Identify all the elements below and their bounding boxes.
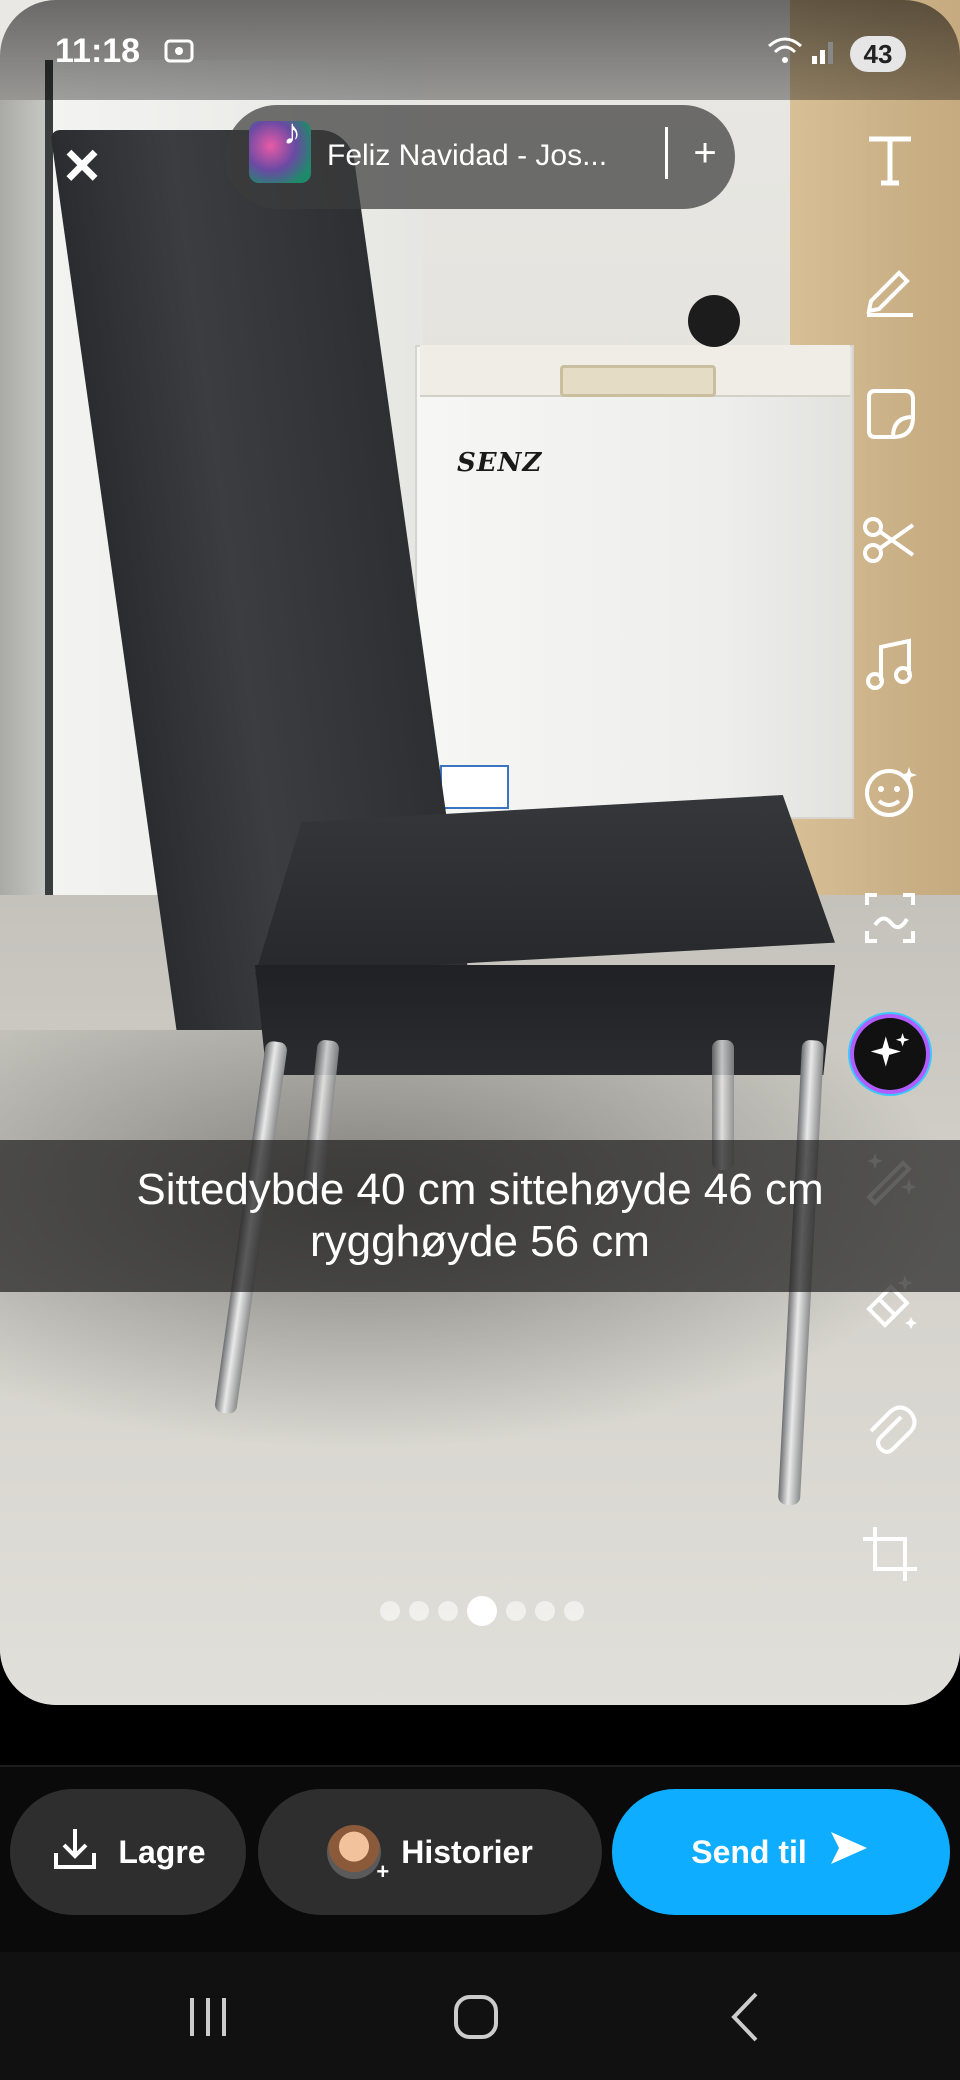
battery-indicator: 43 xyxy=(850,36,906,72)
caption-band[interactable]: Sittedybde 40 cm sittehøyde 46 cm rygghø… xyxy=(0,1140,960,1292)
object-on-fridge xyxy=(688,295,740,347)
caption-line-2: rygghøyde 56 cm xyxy=(310,1217,650,1266)
action-bar: Lagre + Historier Send til xyxy=(0,1765,960,1952)
caption-text: Sittedybde 40 cm sittehøyde 46 cm rygghø… xyxy=(0,1140,960,1292)
scan-icon[interactable] xyxy=(850,878,930,958)
chair-seat-front xyxy=(255,965,835,1075)
send-label: Send til xyxy=(691,1833,807,1870)
page-dot xyxy=(409,1601,429,1621)
home-icon[interactable] xyxy=(436,1982,516,2052)
back-icon[interactable] xyxy=(706,1982,786,2052)
page-dot xyxy=(438,1601,458,1621)
status-bar: 11:18 43 xyxy=(0,0,960,100)
snap-photo: SENZ xyxy=(0,0,960,1705)
close-button[interactable]: × xyxy=(52,135,112,197)
text-tool-icon[interactable] xyxy=(850,120,930,200)
send-arrow-icon xyxy=(827,1828,871,1876)
lens-smiley-icon[interactable] xyxy=(850,752,930,832)
plus-icon: + xyxy=(376,1859,390,1884)
music-sticker[interactable]: ♪ Feliz Navidad - Jos... + xyxy=(225,105,735,209)
save-label: Lagre xyxy=(118,1833,206,1870)
download-icon xyxy=(50,1823,100,1881)
recent-apps-icon[interactable] xyxy=(168,1982,248,2052)
stories-button[interactable]: + Historier xyxy=(258,1789,602,1915)
signal-icon xyxy=(810,34,840,75)
music-icon[interactable] xyxy=(850,626,930,706)
ai-sparkle-icon[interactable] xyxy=(854,1018,926,1090)
add-music-button[interactable]: + xyxy=(685,123,725,183)
stories-label: Historier xyxy=(401,1833,533,1870)
save-button[interactable]: Lagre xyxy=(10,1789,246,1915)
sticker-icon[interactable] xyxy=(850,374,930,454)
screenshot-icon xyxy=(162,34,196,75)
crop-icon[interactable] xyxy=(850,1514,930,1594)
fridge-brand-text: SENZ xyxy=(457,448,543,478)
song-title: Feliz Navidad - Jos... xyxy=(327,139,608,172)
pencil-icon[interactable] xyxy=(850,248,930,328)
caption-line-1: Sittedybde 40 cm sittehøyde 46 cm xyxy=(136,1165,824,1214)
system-nav-bar xyxy=(0,1952,960,2080)
page-dot xyxy=(380,1601,400,1621)
page-dot xyxy=(506,1601,526,1621)
send-to-button[interactable]: Send til xyxy=(612,1789,950,1915)
avatar: + xyxy=(327,1825,389,1884)
page-dot-active xyxy=(467,1596,497,1626)
page-dot xyxy=(535,1601,555,1621)
page-dot xyxy=(564,1601,584,1621)
scissors-icon[interactable] xyxy=(850,500,930,580)
divider xyxy=(665,127,668,179)
page-indicator xyxy=(380,1596,584,1626)
album-art xyxy=(249,121,311,183)
wifi-icon xyxy=(765,34,805,75)
music-note-icon: ♪ xyxy=(283,111,301,152)
paperclip-icon[interactable] xyxy=(850,1388,930,1468)
fridge-handle xyxy=(560,365,716,397)
status-time: 11:18 xyxy=(55,32,141,70)
energy-label xyxy=(440,765,509,809)
fridge xyxy=(415,345,854,819)
